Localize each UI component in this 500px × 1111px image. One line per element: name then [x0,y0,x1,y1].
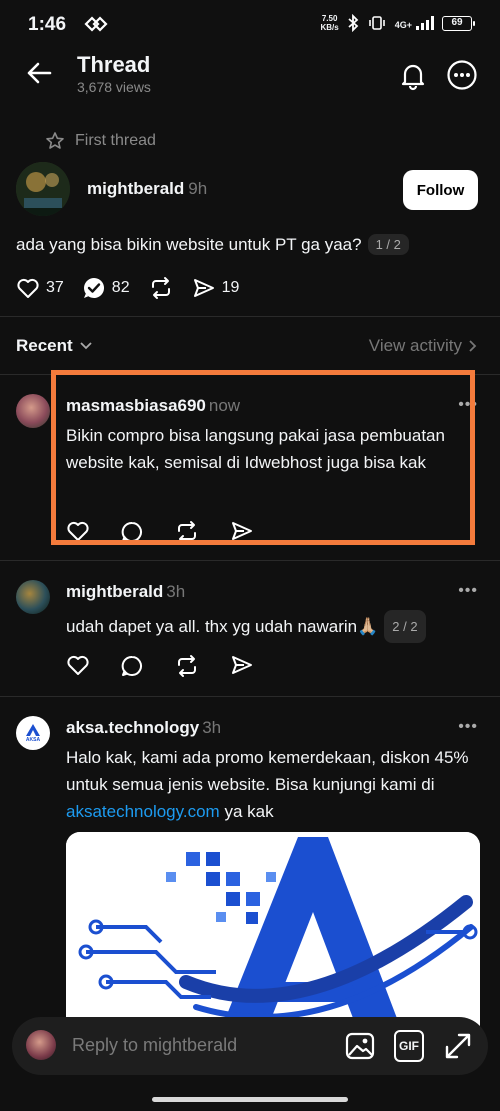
aksa-logo-icon [26,724,40,736]
more-options-button[interactable] [446,59,478,91]
arrow-left-icon [27,62,52,84]
like-count: 37 [46,279,64,296]
status-bar: 1:46 7.50 KB/s 4G+ 69 [0,0,500,48]
reply-actions [66,654,254,678]
divider [0,316,500,317]
post-author-avatar[interactable] [16,162,70,216]
bell-icon [401,64,425,91]
bluetooth-icon [347,14,359,32]
post-text: ada yang bisa bikin website untuk PT ga … [16,234,409,255]
battery-icon: 69 [442,15,475,31]
reply-count: 82 [111,279,130,296]
home-indicator[interactable] [152,1097,348,1102]
thread-header: Thread 3,678 views [0,48,500,108]
like-button[interactable]: 37 [16,277,64,299]
status-indicators: 7.50 KB/s 4G+ 69 [320,14,475,32]
image-picker-icon[interactable] [344,1030,376,1062]
comment-icon[interactable] [120,654,144,678]
status-time: 1:46 [28,14,67,35]
app-notification-icon [83,15,109,33]
post-author-name[interactable]: mightberald 9h [87,179,207,199]
send-icon [193,279,214,297]
view-activity-link[interactable]: View activity [369,336,478,356]
composer-actions: GIF [344,1030,474,1062]
reply-more-button[interactable]: ••• [458,582,478,600]
vibrate-icon [367,16,387,30]
reply-more-button[interactable]: ••• [458,718,478,736]
first-thread-label: First thread [45,131,156,151]
reply-text: Halo kak, kami ada promo kemerdekaan, di… [66,748,469,821]
share-count: 19 [221,279,240,296]
page-title: Thread [77,52,151,77]
website-link[interactable]: aksatechnology.com [66,802,220,821]
thread-page-badge: 1 / 2 [367,234,409,255]
expand-icon[interactable] [442,1030,474,1062]
view-count: 3,678 views [77,79,151,95]
heart-icon [17,278,39,298]
chevron-down-icon [80,342,92,350]
sort-dropdown[interactable]: Recent [16,336,93,356]
reply-input[interactable]: Reply to mightberald [72,1035,237,1056]
gif-button[interactable]: GIF [394,1030,424,1062]
repost-button[interactable] [148,276,174,300]
avatar[interactable] [16,580,50,614]
follow-button[interactable]: Follow [403,170,478,210]
avatar[interactable] [16,394,50,428]
post-time: 9h [188,179,208,198]
reply-composer[interactable]: Reply to mightberald GIF [12,1017,488,1075]
signal-icon: 4G+ [395,16,434,30]
reply-count-button[interactable]: 82 [82,276,130,300]
heart-icon[interactable] [66,654,90,676]
notification-button[interactable] [396,58,430,92]
highlight-annotation [51,370,475,545]
chevron-right-icon [469,340,477,352]
net-speed: 7.50 KB/s [320,14,339,32]
reply-text: udah dapet ya all. thx yg udah nawarin🙏🏼… [66,610,476,643]
send-icon[interactable] [230,654,254,676]
current-user-avatar [26,1030,56,1060]
reply-author[interactable]: aksa.technology 3h [66,718,221,738]
thread-page-badge: 2 / 2 [384,610,426,643]
reply-author[interactable]: mightberald 3h [66,582,185,602]
repost-icon [151,277,170,299]
more-circle-icon [447,60,477,90]
repost-icon[interactable] [174,654,200,678]
avatar[interactable]: AKSA [16,716,50,750]
share-button[interactable]: 19 [192,277,240,299]
back-button[interactable] [24,58,54,88]
post-actions: 37 82 19 [16,276,239,300]
reply-bubble-icon [83,278,104,298]
reply-item: mightberald 3h ••• udah dapet ya all. thx… [0,560,500,696]
star-icon [46,132,64,149]
sort-bar: Recent View activity [16,336,478,356]
